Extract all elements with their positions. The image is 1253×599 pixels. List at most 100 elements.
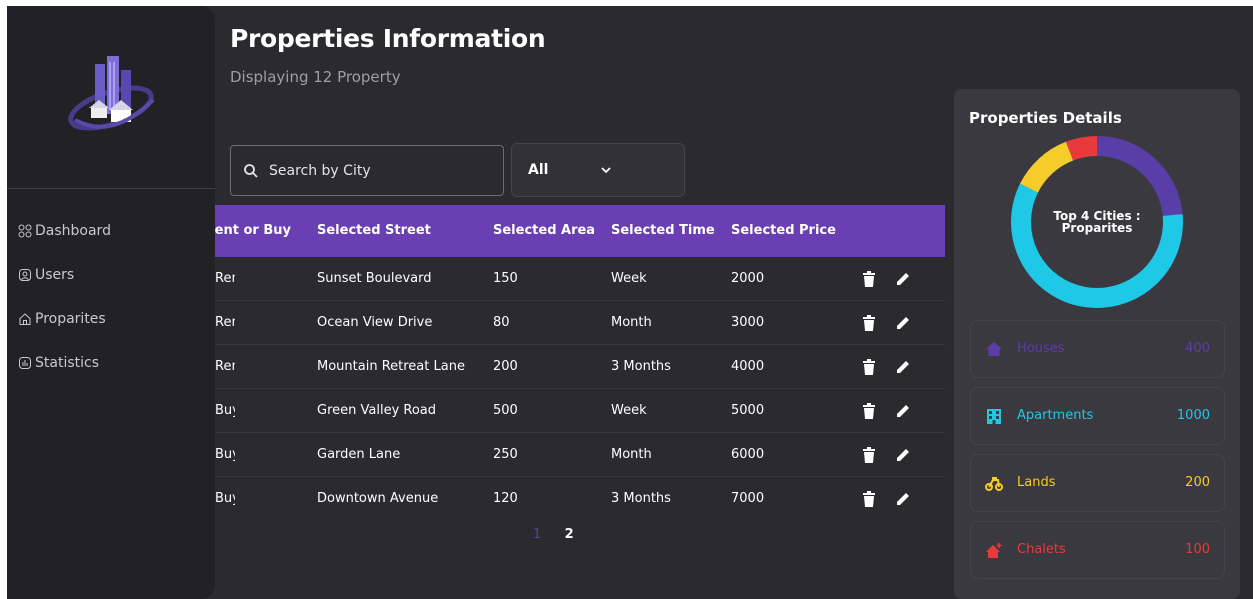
column-header-price: Selected Price xyxy=(731,223,836,238)
sidebar-nav: Dashboard Users Proparites Statistics xyxy=(18,209,111,385)
sidebar-item-label: Proparites xyxy=(35,311,106,327)
category-value: 1000 xyxy=(1176,408,1210,423)
table-row: Rent Sunset Boulevard 150 Week 2000 xyxy=(215,257,945,301)
cell-street: Ocean View Drive xyxy=(317,315,433,330)
cell-area: 250 xyxy=(493,447,518,462)
house-icon xyxy=(986,342,1002,356)
table-row: Rent Ocean View Drive 80 Month 3000 xyxy=(215,301,945,345)
cell-area: 120 xyxy=(493,491,518,506)
search-input[interactable] xyxy=(269,162,489,179)
edit-icon[interactable] xyxy=(895,315,911,331)
cell-area: 80 xyxy=(493,315,510,330)
users-icon xyxy=(19,269,31,281)
sidebar-item-proparites[interactable]: Proparites xyxy=(18,297,111,341)
cell-rent-or-buy: Rent xyxy=(215,359,235,374)
category-value: 400 xyxy=(1185,341,1210,356)
donut-slice-houses xyxy=(1096,136,1183,217)
sidebar-item-statistics[interactable]: Statistics xyxy=(18,341,111,385)
cell-time: 3 Months xyxy=(611,491,671,506)
cell-price: 4000 xyxy=(731,359,765,374)
donut-slice-apartments xyxy=(1011,183,1183,308)
trash-icon[interactable] xyxy=(862,271,876,287)
home-icon xyxy=(19,313,31,325)
table-header: Rent or Buy Selected Street Selected Are… xyxy=(215,205,945,257)
cell-street: Mountain Retreat Lane xyxy=(317,359,465,374)
sidebar-divider xyxy=(7,188,215,189)
cell-price: 2000 xyxy=(731,271,765,286)
category-card-houses[interactable]: Houses 400 xyxy=(970,320,1225,378)
dashboard-icon xyxy=(18,224,32,238)
edit-icon[interactable] xyxy=(895,491,911,507)
cell-rent-or-buy: Buy xyxy=(215,447,235,462)
donut-label-line2: Proparites xyxy=(1061,221,1133,235)
cell-street: Garden Lane xyxy=(317,447,401,462)
sidebar-item-label: Users xyxy=(35,267,75,283)
statistics-icon xyxy=(19,357,31,369)
properties-details-panel: Properties Details Top 4 Cities : Propar… xyxy=(954,89,1240,599)
app-window: Dashboard Users Proparites Statistics Pr… xyxy=(7,6,1253,599)
category-card-apartments[interactable]: Apartments 1000 xyxy=(970,387,1225,445)
sidebar-item-label: Dashboard xyxy=(35,223,111,239)
cell-time: Week xyxy=(611,271,647,286)
cell-price: 5000 xyxy=(731,403,765,418)
cell-rent-or-buy: Buy xyxy=(215,491,235,506)
category-card-lands[interactable]: Lands 200 xyxy=(970,454,1225,512)
sidebar-item-users[interactable]: Users xyxy=(18,253,111,297)
chalet-icon xyxy=(986,543,1002,558)
table-body: Rent Sunset Boulevard 150 Week 2000 Rent… xyxy=(215,257,945,521)
trash-icon[interactable] xyxy=(862,403,876,419)
search-box[interactable] xyxy=(230,145,504,196)
sidebar-item-label: Statistics xyxy=(35,355,99,371)
donut-slice-lands xyxy=(1020,141,1074,193)
table-row: Buy Green Valley Road 500 Week 5000 xyxy=(215,389,945,433)
cell-rent-or-buy: Buy xyxy=(215,403,235,418)
cell-street: Green Valley Road xyxy=(317,403,437,418)
edit-icon[interactable] xyxy=(895,271,911,287)
column-header-street: Selected Street xyxy=(317,223,431,238)
category-cards: Houses 400 Apartments 1000 Lands 200 Cha… xyxy=(970,320,1225,588)
cell-rent-or-buy: Rent xyxy=(215,315,235,330)
trash-icon[interactable] xyxy=(862,491,876,507)
category-card-chalets[interactable]: Chalets 100 xyxy=(970,521,1225,579)
category-value: 100 xyxy=(1185,542,1210,557)
edit-icon[interactable] xyxy=(895,403,911,419)
trash-icon[interactable] xyxy=(862,447,876,463)
column-header-rent-or-buy: Rent or Buy xyxy=(215,223,291,238)
trash-icon[interactable] xyxy=(862,359,876,375)
apartment-icon xyxy=(987,409,1001,424)
donut-slice-chalets xyxy=(1065,136,1098,161)
cell-time: Month xyxy=(611,315,652,330)
cell-area: 500 xyxy=(493,403,518,418)
edit-icon[interactable] xyxy=(895,359,911,375)
search-icon xyxy=(244,163,258,178)
sidebar: Dashboard Users Proparites Statistics xyxy=(7,6,215,599)
page-button-2[interactable]: 2 xyxy=(555,527,583,542)
cell-time: Week xyxy=(611,403,647,418)
page-subtitle: Displaying 12 Property xyxy=(230,68,401,86)
category-name: Lands xyxy=(1017,475,1056,490)
cell-price: 7000 xyxy=(731,491,765,506)
chevron-down-icon xyxy=(601,167,611,174)
table-row: Rent Mountain Retreat Lane 200 3 Months … xyxy=(215,345,945,389)
filter-selected-value: All xyxy=(528,162,549,178)
cell-area: 200 xyxy=(493,359,518,374)
category-name: Houses xyxy=(1017,341,1065,356)
sidebar-item-dashboard[interactable]: Dashboard xyxy=(18,209,111,253)
edit-icon[interactable] xyxy=(895,447,911,463)
land-icon xyxy=(985,477,1003,491)
page-button-1[interactable]: 1 xyxy=(523,527,551,542)
trash-icon[interactable] xyxy=(862,315,876,331)
cell-time: Month xyxy=(611,447,652,462)
column-header-area: Selected Area xyxy=(493,223,596,238)
cell-area: 150 xyxy=(493,271,518,286)
filter-select[interactable]: All xyxy=(511,143,685,197)
cell-rent-or-buy: Rent xyxy=(215,271,235,286)
pagination: 1 2 xyxy=(523,527,583,542)
cell-street: Sunset Boulevard xyxy=(317,271,432,286)
page-title: Properties Information xyxy=(230,24,546,53)
cell-price: 3000 xyxy=(731,315,765,330)
app-logo xyxy=(68,56,155,131)
donut-center-label: Top 4 Cities : Proparites xyxy=(1009,210,1185,234)
category-name: Apartments xyxy=(1017,408,1094,423)
category-value: 200 xyxy=(1185,475,1210,490)
